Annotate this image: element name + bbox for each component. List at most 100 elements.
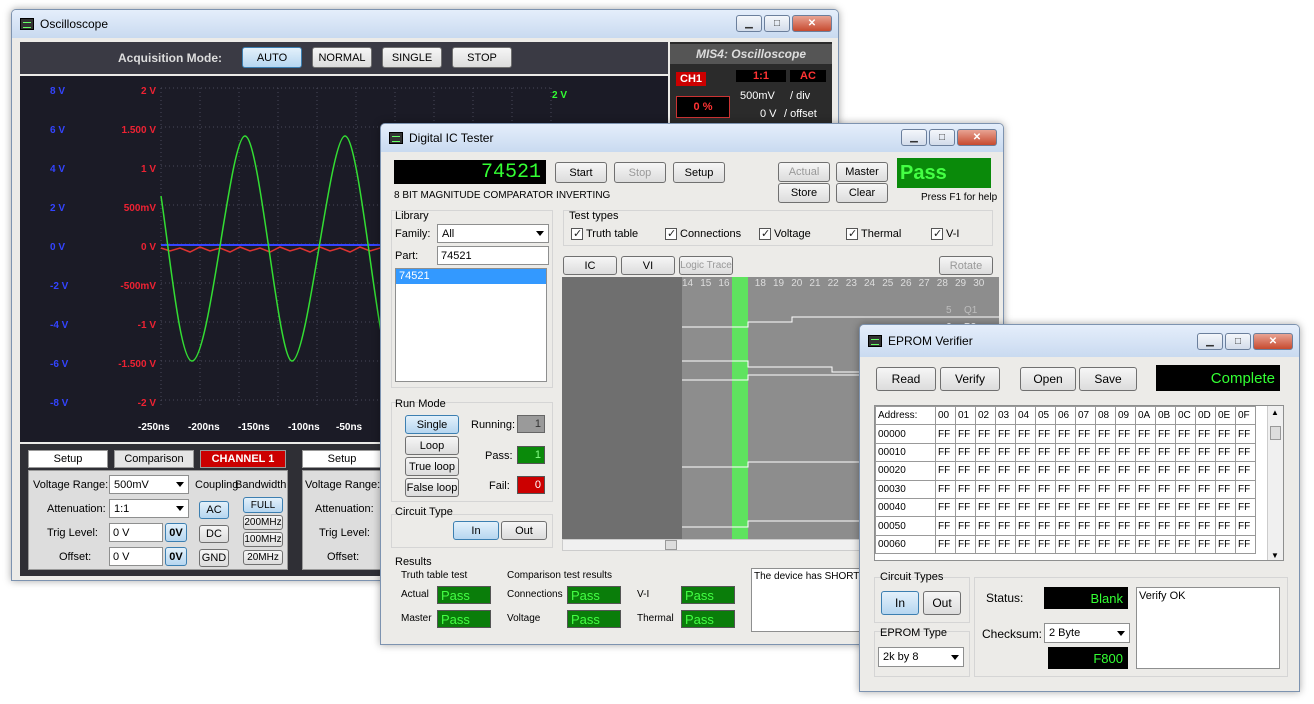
hex-byte-cell[interactable]: FF xyxy=(975,497,996,518)
hex-byte-cell[interactable]: FF xyxy=(1175,424,1196,444)
scroll-down-arrow-icon[interactable]: ▼ xyxy=(1271,551,1279,560)
circuit-in-button[interactable]: In xyxy=(453,521,499,540)
trig-level-input[interactable]: 0 V xyxy=(109,523,163,542)
hex-byte-cell[interactable]: FF xyxy=(1155,461,1176,481)
hex-byte-cell[interactable]: FF xyxy=(995,534,1016,555)
hex-vscrollbar[interactable]: ▲ ▼ xyxy=(1267,406,1283,560)
attenuation-select[interactable]: 1:1 xyxy=(109,499,189,518)
family-select[interactable]: All xyxy=(437,224,549,243)
trig-zero-button[interactable]: 0V xyxy=(165,523,187,542)
table-row[interactable]: 00010 FF FF FF FF FF FF FF FF FF FF FF FF FF FF FF FF xyxy=(875,442,1256,463)
hex-byte-cell[interactable]: FF xyxy=(1195,442,1216,463)
hex-byte-cell[interactable]: FF xyxy=(1175,479,1196,499)
hex-byte-cell[interactable]: FF xyxy=(1195,424,1216,444)
hex-byte-cell[interactable]: FF xyxy=(1175,461,1196,481)
hex-byte-cell[interactable]: FF xyxy=(1095,479,1116,499)
table-row[interactable]: 00040 FF FF FF FF FF FF FF FF FF FF FF FF FF FF FF FF xyxy=(875,497,1256,518)
hex-byte-cell[interactable]: FF xyxy=(935,424,956,444)
hex-byte-cell[interactable]: FF xyxy=(935,442,956,463)
bandwidth-100mhz-button[interactable]: 100MHz xyxy=(243,532,283,547)
hex-byte-cell[interactable]: FF xyxy=(935,516,956,536)
open-button[interactable]: Open xyxy=(1020,367,1076,391)
run-single-button[interactable]: Single xyxy=(405,415,459,434)
hex-byte-cell[interactable]: FF xyxy=(955,442,976,463)
hex-byte-cell[interactable]: FF xyxy=(1035,442,1056,463)
coupling-gnd-button[interactable]: GND xyxy=(199,549,229,567)
hex-byte-cell[interactable]: FF xyxy=(1015,497,1036,518)
hex-byte-cell[interactable]: FF xyxy=(935,461,956,481)
setup-button[interactable]: Setup xyxy=(673,162,725,183)
hex-byte-cell[interactable]: FF xyxy=(1035,534,1056,555)
hex-byte-cell[interactable]: FF xyxy=(1235,534,1256,555)
test-type-thermal[interactable]: Thermal xyxy=(846,227,901,241)
hex-byte-cell[interactable]: FF xyxy=(1115,442,1136,463)
hex-byte-cell[interactable]: FF xyxy=(1215,442,1236,463)
hex-byte-cell[interactable]: FF xyxy=(1035,479,1056,499)
hex-byte-cell[interactable]: FF xyxy=(1075,516,1096,536)
list-item[interactable]: 74521 xyxy=(396,269,546,284)
hex-byte-cell[interactable]: FF xyxy=(995,442,1016,463)
hex-byte-cell[interactable]: FF xyxy=(1235,479,1256,499)
hex-byte-cell[interactable]: FF xyxy=(1075,534,1096,555)
master-button[interactable]: Master xyxy=(836,162,888,182)
hex-byte-cell[interactable]: FF xyxy=(1155,479,1176,499)
hex-byte-cell[interactable]: FF xyxy=(995,461,1016,481)
hex-byte-cell[interactable]: FF xyxy=(1075,442,1096,463)
hex-byte-cell[interactable]: FF xyxy=(1115,461,1136,481)
hex-byte-cell[interactable]: FF xyxy=(935,534,956,555)
hex-byte-cell[interactable]: FF xyxy=(1075,461,1096,481)
test-type-vi[interactable]: V-I xyxy=(931,227,959,241)
table-row[interactable]: 00000 FF FF FF FF FF FF FF FF FF FF FF FF FF FF FF FF xyxy=(875,424,1256,444)
hex-byte-cell[interactable]: FF xyxy=(995,479,1016,499)
offset-input[interactable]: 0 V xyxy=(109,547,163,566)
run-true-loop-button[interactable]: True loop xyxy=(405,457,459,476)
tab-setup[interactable]: Setup xyxy=(28,450,108,468)
hex-byte-cell[interactable]: FF xyxy=(1235,424,1256,444)
bandwidth-full-button[interactable]: FULL xyxy=(243,497,283,513)
run-false-loop-button[interactable]: False loop xyxy=(405,478,459,497)
hex-byte-cell[interactable]: FF xyxy=(935,497,956,518)
hex-byte-cell[interactable]: FF xyxy=(1095,497,1116,518)
hex-byte-cell[interactable]: FF xyxy=(1035,461,1056,481)
hex-byte-cell[interactable]: FF xyxy=(1235,442,1256,463)
hex-byte-cell[interactable]: FF xyxy=(975,516,996,536)
minimize-button[interactable]: ▁ xyxy=(736,15,762,32)
hex-byte-cell[interactable]: FF xyxy=(1055,442,1076,463)
close-button[interactable]: ✕ xyxy=(957,129,997,146)
hex-byte-cell[interactable]: FF xyxy=(1055,424,1076,444)
hex-byte-cell[interactable]: FF xyxy=(1075,479,1096,499)
vi-view-button[interactable]: VI xyxy=(621,256,675,275)
hex-byte-cell[interactable]: FF xyxy=(1015,534,1036,555)
hex-byte-cell[interactable]: FF xyxy=(1115,497,1136,518)
hex-byte-cell[interactable]: FF xyxy=(1135,442,1156,463)
pin-row[interactable]: 5Q1+0.1V xyxy=(942,302,1003,319)
part-list[interactable]: 74521 xyxy=(395,268,547,382)
hex-byte-cell[interactable]: FF xyxy=(1055,516,1076,536)
hex-byte-cell[interactable]: FF xyxy=(955,479,976,499)
coupling-ac-button[interactable]: AC xyxy=(199,501,229,519)
hex-byte-cell[interactable]: FF xyxy=(1015,442,1036,463)
tab-setup-2[interactable]: Setup xyxy=(302,450,382,468)
table-row[interactable]: 00050 FF FF FF FF FF FF FF FF FF FF FF FF FF FF FF FF xyxy=(875,516,1256,536)
hex-byte-cell[interactable]: FF xyxy=(1155,497,1176,518)
hex-byte-cell[interactable]: FF xyxy=(1155,534,1176,555)
hex-byte-cell[interactable]: FF xyxy=(1215,497,1236,518)
run-loop-button[interactable]: Loop xyxy=(405,436,459,455)
hex-byte-cell[interactable]: FF xyxy=(975,442,996,463)
hex-byte-cell[interactable]: FF xyxy=(1135,479,1156,499)
hex-byte-cell[interactable]: FF xyxy=(1175,442,1196,463)
hex-byte-cell[interactable]: FF xyxy=(1095,516,1116,536)
start-button[interactable]: Start xyxy=(555,162,607,183)
hex-byte-cell[interactable]: FF xyxy=(1015,424,1036,444)
hex-byte-cell[interactable]: FF xyxy=(1035,516,1056,536)
hex-byte-cell[interactable]: FF xyxy=(1155,424,1176,444)
circuit-out-button[interactable]: Out xyxy=(501,521,547,540)
hex-byte-cell[interactable]: FF xyxy=(1135,424,1156,444)
maximize-button[interactable]: □ xyxy=(1225,333,1251,350)
hex-byte-cell[interactable]: FF xyxy=(955,534,976,555)
hex-byte-cell[interactable]: FF xyxy=(995,497,1016,518)
trace-hscrollbar[interactable] xyxy=(562,539,862,551)
hex-byte-cell[interactable]: FF xyxy=(975,534,996,555)
hex-byte-cell[interactable]: FF xyxy=(975,461,996,481)
test-type-truth-table[interactable]: Truth table xyxy=(571,227,638,241)
